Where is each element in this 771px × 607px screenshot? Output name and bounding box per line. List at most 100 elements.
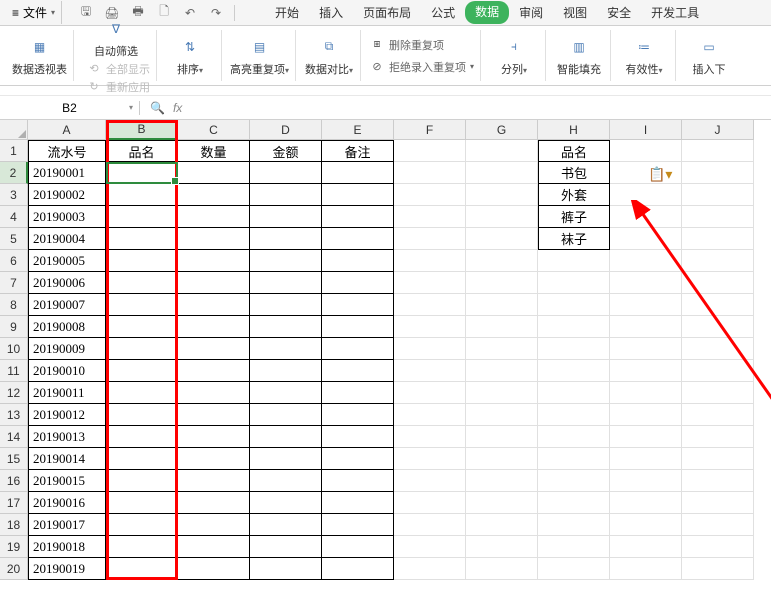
- cell[interactable]: [322, 360, 394, 382]
- row-header[interactable]: 8: [0, 294, 28, 316]
- cell[interactable]: [178, 316, 250, 338]
- cell[interactable]: [538, 514, 610, 536]
- cell[interactable]: [538, 272, 610, 294]
- cell[interactable]: 20190002: [28, 184, 106, 206]
- cell[interactable]: [610, 272, 682, 294]
- menu-tab-4[interactable]: 数据: [465, 1, 509, 24]
- cell[interactable]: [610, 514, 682, 536]
- cell[interactable]: [250, 558, 322, 580]
- cell[interactable]: [394, 316, 466, 338]
- cell[interactable]: [106, 360, 178, 382]
- preview-icon[interactable]: 🗋: [156, 5, 172, 21]
- cell[interactable]: [466, 140, 538, 162]
- sort-button[interactable]: ⇅ 排序▾: [165, 35, 215, 77]
- cell[interactable]: [322, 404, 394, 426]
- cell[interactable]: [322, 492, 394, 514]
- smart-fill-button[interactable]: ▥ 智能填充: [554, 35, 604, 77]
- redo-icon[interactable]: ↷: [208, 5, 224, 21]
- cell[interactable]: [610, 382, 682, 404]
- cell[interactable]: [466, 338, 538, 360]
- name-box-input[interactable]: [25, 101, 115, 115]
- col-header-B[interactable]: B: [106, 120, 178, 140]
- cell[interactable]: [394, 250, 466, 272]
- cell[interactable]: [250, 470, 322, 492]
- cell[interactable]: [466, 514, 538, 536]
- menu-tab-0[interactable]: 开始: [265, 1, 309, 24]
- validity-button[interactable]: ≔ 有效性▾: [619, 35, 669, 77]
- cell[interactable]: 20190016: [28, 492, 106, 514]
- cell[interactable]: [106, 514, 178, 536]
- cell[interactable]: [250, 382, 322, 404]
- cell[interactable]: [322, 316, 394, 338]
- data-compare-button[interactable]: ⧉ 数据对比▾: [304, 35, 354, 77]
- cell[interactable]: [106, 382, 178, 404]
- cell[interactable]: [178, 206, 250, 228]
- cell[interactable]: [610, 470, 682, 492]
- cell[interactable]: 书包: [538, 162, 610, 184]
- cell[interactable]: [178, 470, 250, 492]
- row-header[interactable]: 4: [0, 206, 28, 228]
- cell[interactable]: [394, 294, 466, 316]
- row-header[interactable]: 9: [0, 316, 28, 338]
- cell[interactable]: [682, 294, 754, 316]
- row-header[interactable]: 2: [0, 162, 28, 184]
- cell[interactable]: [682, 448, 754, 470]
- cell[interactable]: [250, 426, 322, 448]
- cell[interactable]: [178, 228, 250, 250]
- cell[interactable]: [466, 184, 538, 206]
- cell[interactable]: [610, 316, 682, 338]
- cell[interactable]: [178, 250, 250, 272]
- cell[interactable]: [250, 514, 322, 536]
- cell[interactable]: 20190017: [28, 514, 106, 536]
- chevron-down-icon[interactable]: ▾: [129, 103, 133, 112]
- cell[interactable]: [394, 360, 466, 382]
- cell[interactable]: [682, 206, 754, 228]
- cell[interactable]: [466, 492, 538, 514]
- reject-dup-button[interactable]: ⊘ 拒绝录入重复项▾: [369, 59, 474, 75]
- cell[interactable]: [106, 426, 178, 448]
- cell[interactable]: [250, 206, 322, 228]
- file-menu[interactable]: ≡ 文件 ▾: [6, 1, 62, 24]
- cell[interactable]: [322, 448, 394, 470]
- cell[interactable]: [178, 360, 250, 382]
- cell[interactable]: [322, 338, 394, 360]
- cell[interactable]: [538, 470, 610, 492]
- cell[interactable]: [178, 492, 250, 514]
- cell[interactable]: 20190001: [28, 162, 106, 184]
- col-header-F[interactable]: F: [394, 120, 466, 140]
- cell[interactable]: 品名: [106, 140, 178, 162]
- cell[interactable]: [178, 272, 250, 294]
- cell[interactable]: [178, 558, 250, 580]
- cell[interactable]: [466, 206, 538, 228]
- cell[interactable]: [682, 492, 754, 514]
- cell[interactable]: [466, 316, 538, 338]
- cell[interactable]: [394, 206, 466, 228]
- cell[interactable]: [394, 338, 466, 360]
- cell[interactable]: [466, 404, 538, 426]
- row-header[interactable]: 15: [0, 448, 28, 470]
- row-header[interactable]: 11: [0, 360, 28, 382]
- cell[interactable]: [250, 250, 322, 272]
- col-header-C[interactable]: C: [178, 120, 250, 140]
- cell[interactable]: [322, 514, 394, 536]
- search-icon[interactable]: 🔍: [150, 101, 165, 115]
- highlight-dup-button[interactable]: ▤ 高亮重复项▾: [230, 35, 289, 77]
- row-header[interactable]: 20: [0, 558, 28, 580]
- pivot-button[interactable]: ▦ 数据透视表: [12, 35, 67, 77]
- cell[interactable]: [106, 272, 178, 294]
- cell[interactable]: [250, 404, 322, 426]
- cell[interactable]: [322, 426, 394, 448]
- cell[interactable]: [106, 228, 178, 250]
- cell[interactable]: [106, 184, 178, 206]
- cell[interactable]: [394, 404, 466, 426]
- cell[interactable]: [682, 338, 754, 360]
- cell[interactable]: [178, 448, 250, 470]
- cell[interactable]: 20190010: [28, 360, 106, 382]
- select-all-corner[interactable]: [0, 120, 28, 140]
- cell[interactable]: 20190005: [28, 250, 106, 272]
- cell[interactable]: [106, 404, 178, 426]
- cell[interactable]: [394, 492, 466, 514]
- cell[interactable]: [610, 404, 682, 426]
- cell[interactable]: [682, 228, 754, 250]
- cell[interactable]: [466, 426, 538, 448]
